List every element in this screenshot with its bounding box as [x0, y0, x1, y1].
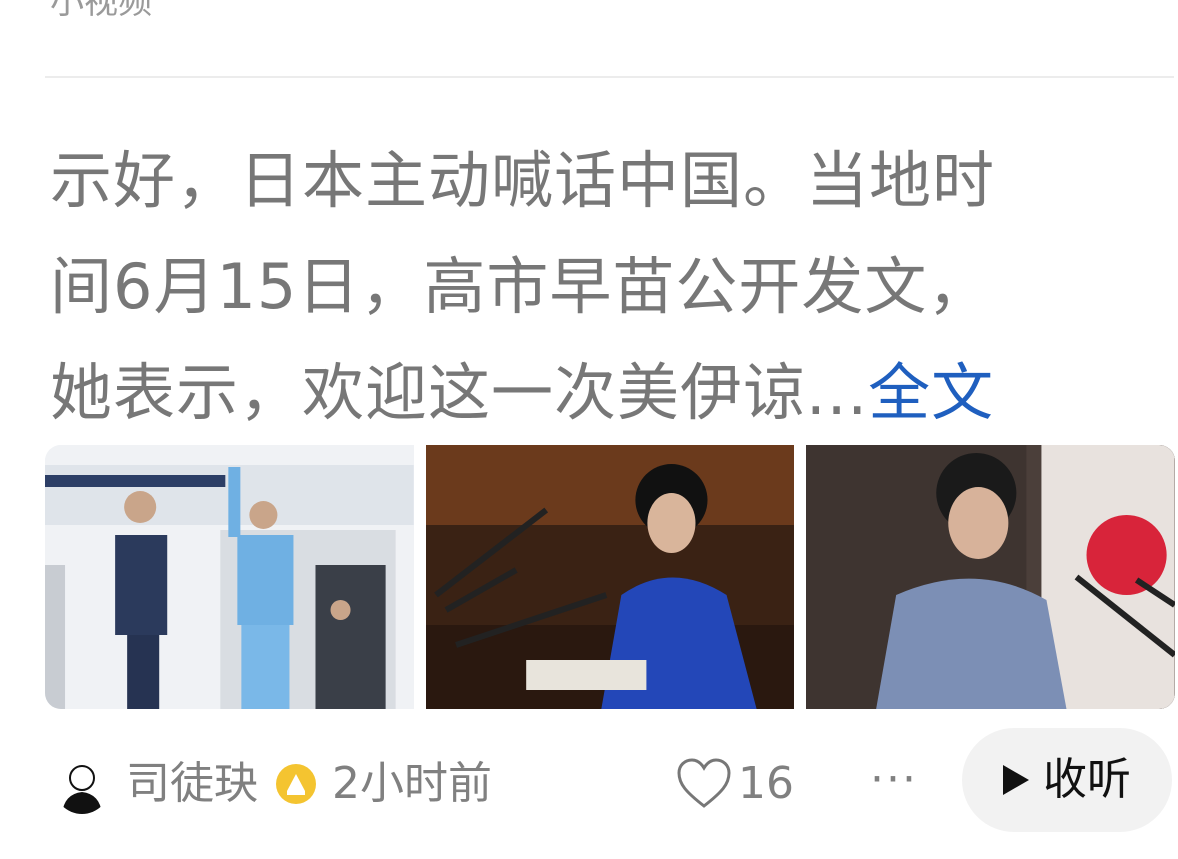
divider	[45, 76, 1174, 78]
post-image-2[interactable]	[425, 445, 795, 709]
avatar[interactable]	[54, 758, 110, 814]
like-count: 16	[738, 758, 794, 809]
post-text[interactable]: 示好，日本主动喊话中国。当地时 间6月15日，高市早苗公开发文， 她表示，欢迎这…	[50, 128, 1150, 446]
full-text-link[interactable]: 全文	[868, 356, 994, 429]
post-image-3[interactable]	[806, 445, 1176, 709]
post-text-line: 她表示，欢迎这一次美伊谅...	[50, 356, 869, 429]
listen-button[interactable]: 收听	[962, 728, 1172, 832]
avatar-graphic	[54, 758, 110, 814]
play-icon	[1003, 765, 1029, 795]
verified-badge-icon	[276, 764, 316, 804]
post-text-line-last: 她表示，欢迎这一次美伊谅...全文	[50, 340, 1150, 446]
listen-label: 收听	[1043, 754, 1131, 805]
post-time: 2小时前	[332, 758, 492, 809]
heart-icon[interactable]	[676, 758, 732, 810]
verified-badge-graphic	[287, 774, 305, 795]
heart-graphic	[677, 758, 731, 808]
post-image-1-graphic	[45, 445, 414, 709]
image-grid	[45, 445, 1176, 709]
more-icon[interactable]: ···	[870, 754, 918, 806]
feed-card[interactable]: 小视频 示好，日本主动喊话中国。当地时 间6月15日，高市早苗公开发文， 她表示…	[0, 0, 1178, 859]
post-image-1[interactable]	[45, 445, 414, 709]
post-text-line: 间6月15日，高市早苗公开发文，	[50, 250, 991, 323]
post-image-2-graphic	[425, 445, 795, 709]
author-name[interactable]: 司徒玦	[126, 758, 258, 810]
post-image-3-graphic	[806, 445, 1176, 709]
post-text-line: 示好，日本主动喊话中国。当地时	[50, 144, 996, 217]
card-footer: 司徒玦 2小时前 16 ··· 收听	[50, 728, 1172, 833]
previous-section-title: 小视频	[50, 0, 152, 22]
